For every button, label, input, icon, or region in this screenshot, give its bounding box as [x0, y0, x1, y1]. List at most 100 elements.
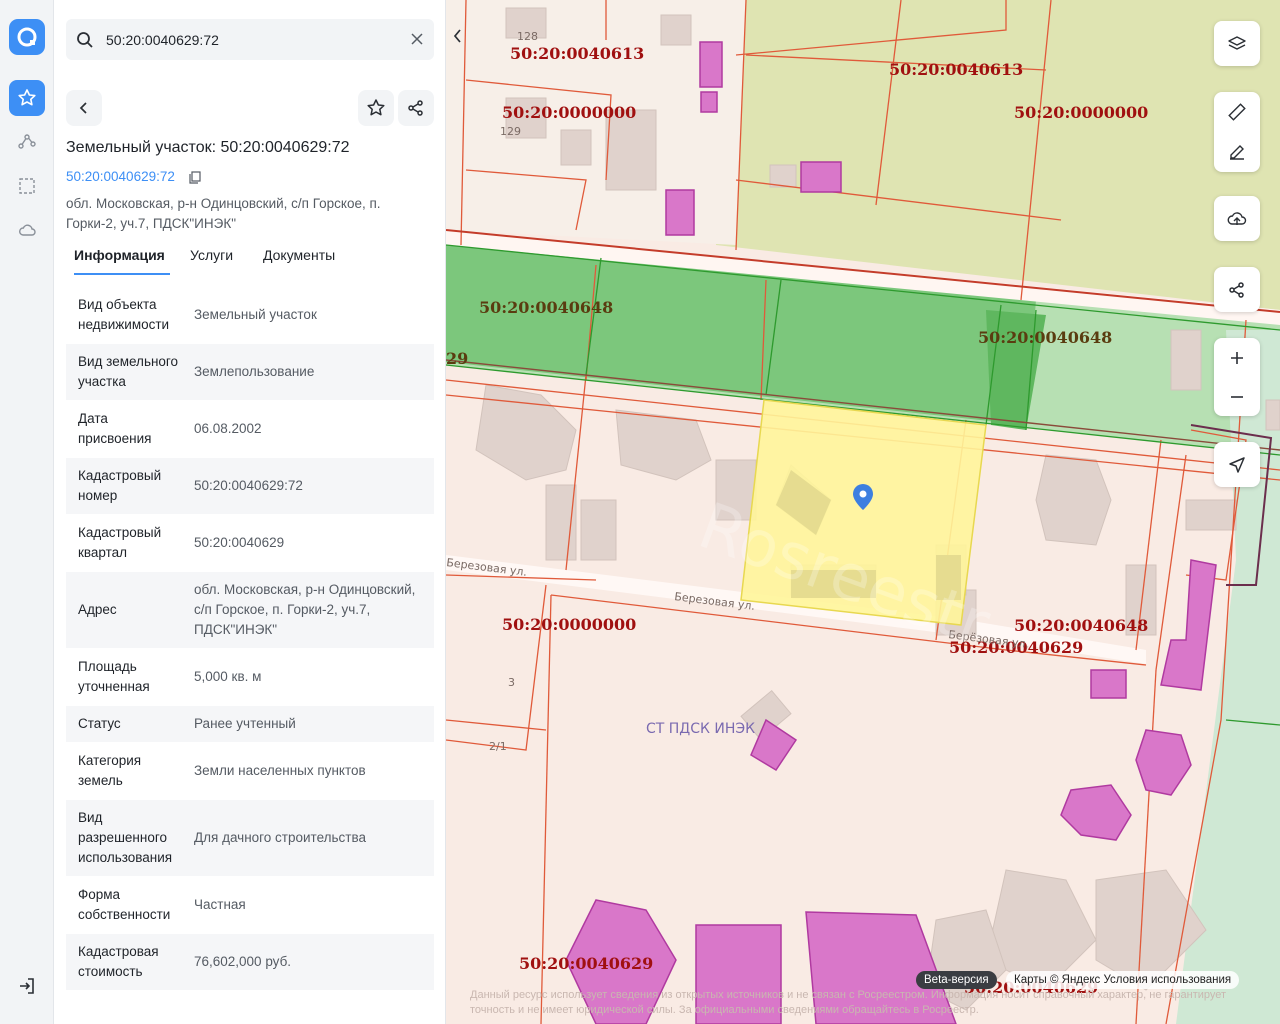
cadastral-number-link[interactable]: 50:20:0040629:72	[66, 169, 175, 184]
info-row: Дата присвоения 06.08.2002	[66, 401, 434, 458]
tab-services[interactable]: Услуги	[190, 247, 233, 263]
info-value: Земельный участок	[194, 307, 317, 322]
copy-icon[interactable]	[189, 171, 201, 184]
share-button[interactable]	[398, 90, 434, 126]
info-row: Статус Ранее учтенный	[66, 706, 434, 743]
info-row: Кадастровая стоимость 76,602,000 руб.	[66, 934, 434, 991]
zoom-group	[1214, 338, 1260, 416]
info-table: Вид объекта недвижимости Земельный участо…	[66, 287, 434, 991]
route-button[interactable]	[9, 124, 45, 160]
house-number: 128	[517, 30, 538, 43]
parcel-address: обл. Московская, р-н Одинцовский, с/п Го…	[66, 196, 381, 231]
select-area-button[interactable]	[9, 168, 45, 204]
info-key: Кадастровая стоимость	[78, 944, 159, 979]
favorites-button[interactable]	[9, 80, 45, 116]
tab-documents[interactable]: Документы	[263, 247, 335, 263]
info-value: Земли населенных пунктов	[194, 763, 366, 778]
close-icon[interactable]	[410, 32, 424, 46]
ruler-button[interactable]	[1214, 92, 1260, 132]
map-share-button[interactable]	[1214, 267, 1260, 312]
house-number: 3	[508, 676, 515, 689]
share-icon	[408, 100, 423, 116]
info-panel: Земельный участок: 50:20:0040629:72 50:2…	[54, 0, 446, 1024]
favorite-button[interactable]	[358, 90, 394, 126]
map-canvas[interactable]: 50:20:0040613 50:20:0040613 50:20:000000…	[446, 0, 1280, 1024]
info-key: Вид разрешенного использования	[78, 810, 173, 865]
cadastral-map[interactable]: 50:20:0040613 50:20:0040613 50:20:000000…	[446, 0, 1280, 1024]
info-key: Вид объекта недвижимости	[78, 297, 170, 332]
tools-group	[1214, 92, 1260, 172]
info-key: Дата присвоения	[78, 411, 152, 446]
collapse-panel-button[interactable]	[446, 18, 470, 54]
map-label: 50:20:0040648	[479, 298, 613, 317]
map-label: 50:20:0000000	[1014, 103, 1148, 122]
map-label: 50:20:0040613	[889, 60, 1023, 79]
info-key: Площадь уточненная	[78, 659, 150, 694]
zoom-out-button[interactable]	[1214, 377, 1260, 416]
info-value: 5,000 кв. м	[194, 669, 262, 684]
ruler-icon	[1228, 103, 1246, 121]
info-row: Категория земель Земли населенных пунктов	[66, 743, 434, 800]
info-key: Адрес	[78, 602, 117, 617]
my-location-button[interactable]	[1214, 442, 1260, 487]
edit-icon	[1230, 145, 1244, 160]
cloud-icon	[19, 224, 36, 236]
route-icon	[18, 134, 36, 149]
map-label: 50:20:0040648	[978, 328, 1112, 347]
beta-badge: Beta-версия	[916, 971, 997, 989]
info-key: Кадастровый номер	[78, 468, 162, 503]
app-logo[interactable]	[9, 19, 45, 55]
house-number: 129	[500, 125, 521, 138]
info-row: Вид объекта недвижимости Земельный участо…	[66, 287, 434, 344]
info-value: Землепользование	[194, 364, 315, 379]
layers-button[interactable]	[1214, 21, 1260, 66]
logout-button[interactable]	[9, 968, 45, 1004]
info-key: Вид земельного участка	[78, 354, 179, 389]
info-value: 06.08.2002	[194, 421, 262, 436]
selection-icon	[19, 178, 35, 194]
chevron-left-icon	[453, 29, 461, 43]
navigation-arrow-icon	[1229, 456, 1245, 473]
layers-icon	[1228, 35, 1246, 50]
settlement-label: СТ ПДСК ИНЭК	[646, 721, 755, 737]
house-number: 2/1	[489, 740, 507, 753]
info-row: Форма собственности Частная	[66, 877, 434, 934]
info-key: Категория земель	[78, 753, 142, 788]
disclaimer-text: Данный ресурс использует сведения из отк…	[470, 989, 1227, 1016]
share-icon	[1229, 281, 1244, 298]
logout-icon	[20, 978, 34, 994]
draw-button[interactable]	[1214, 132, 1260, 172]
info-key: Статус	[78, 716, 121, 731]
map-label: 50:20:0000000	[502, 615, 636, 634]
cloud-upload-icon	[1227, 211, 1247, 225]
info-value: 50:20:0040629:72	[194, 478, 303, 493]
info-row: Вид земельного участка Землепользование	[66, 344, 434, 401]
star-icon	[367, 99, 385, 116]
upload-button[interactable]	[1214, 196, 1260, 241]
info-value: 76,602,000 руб.	[194, 954, 292, 969]
map-label: 50:20:0040613	[510, 44, 644, 63]
map-label: 50:20:0040629	[519, 954, 653, 973]
map-label: 50:20:0040648	[1014, 616, 1148, 635]
plus-icon	[1231, 351, 1243, 364]
tab-bar: Информация Услуги Документы	[66, 238, 434, 276]
map-attribution[interactable]: Карты © Яндекс Условия использования	[1006, 971, 1240, 989]
left-rail	[0, 0, 54, 1024]
star-icon	[18, 89, 36, 106]
page-title: Земельный участок: 50:20:0040629:72	[66, 139, 350, 156]
info-key: Кадастровый квартал	[78, 525, 162, 560]
chevron-left-icon	[79, 102, 87, 114]
tab-information[interactable]: Информация	[74, 247, 165, 263]
map-label: 50:20:0000000	[502, 103, 636, 122]
zoom-in-button[interactable]	[1214, 338, 1260, 377]
search-input[interactable]	[106, 19, 396, 60]
back-button[interactable]	[66, 90, 102, 126]
search-icon	[77, 32, 93, 48]
info-row: Адрес обл. Московская, р-н Одинцовский, с…	[66, 572, 434, 649]
info-value: Для дачного строительства	[194, 830, 367, 845]
active-tab-indicator	[74, 273, 170, 275]
cloud-button[interactable]	[9, 212, 45, 248]
info-value: Частная	[194, 897, 246, 912]
info-key: Форма собственности	[78, 887, 171, 922]
info-row: Кадастровый номер 50:20:0040629:72	[66, 458, 434, 515]
